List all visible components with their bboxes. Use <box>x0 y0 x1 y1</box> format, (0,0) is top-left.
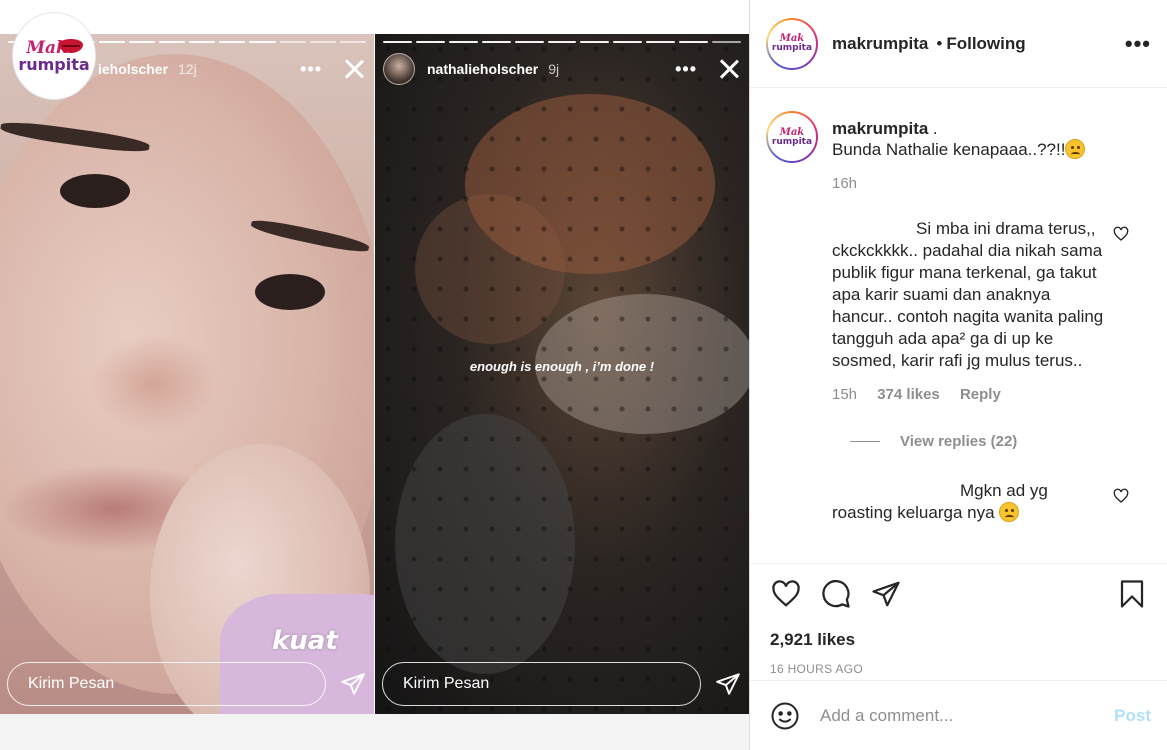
avatar[interactable]: Mak rumpita <box>766 111 818 163</box>
view-replies-label: View replies (22) <box>900 433 1018 450</box>
photo-texture <box>375 34 749 714</box>
sad-face-emoji-icon <box>1065 139 1086 159</box>
caption-text: Bunda Nathalie kenapaaa..??!! <box>832 140 1066 159</box>
story-time: 9j <box>548 61 560 77</box>
emoji-icon[interactable] <box>770 701 800 731</box>
following-button[interactable]: Following <box>946 34 1025 54</box>
media-bottom-strip <box>0 714 749 750</box>
post-button[interactable]: Post <box>1114 706 1151 726</box>
more-icon[interactable]: ••• <box>1125 31 1151 57</box>
comments-section[interactable]: Mak rumpita makrumpita . Bunda Nathalie … <box>750 89 1167 562</box>
avatar-logo-text: rumpita <box>771 136 813 147</box>
story-reply-input[interactable]: Kirim Pesan <box>7 662 326 706</box>
reply-button[interactable]: Reply <box>960 386 1001 403</box>
comment-icon[interactable] <box>820 579 852 609</box>
share-icon[interactable] <box>870 579 902 609</box>
comment-input[interactable]: Add a comment... <box>820 706 1114 726</box>
story-header: nathalieholscher 9j ••• <box>383 53 741 85</box>
separator-dot: • <box>936 33 943 53</box>
comment-likes[interactable]: 374 likes <box>877 386 940 403</box>
heart-icon[interactable] <box>1113 226 1129 242</box>
add-comment-bar: Add a comment... Post <box>750 680 1167 750</box>
avatar-logo-text: Mak <box>779 126 805 138</box>
bookmark-icon[interactable] <box>1117 578 1147 610</box>
story-avatar[interactable] <box>383 53 415 85</box>
caption-time: 16h <box>832 175 858 192</box>
story-progress-bar <box>383 41 741 43</box>
avatar[interactable]: Mak rumpita <box>766 17 818 70</box>
post-media: ieholscher 12j ••• kuat Kirim Pesan nath… <box>0 0 749 750</box>
comment: Mgkn ad yg roasting keluarga nya <box>766 480 1151 524</box>
post-timestamp: 16 HOURS AGO <box>770 662 863 676</box>
send-icon[interactable] <box>340 671 366 697</box>
story-time: 12j <box>178 61 197 77</box>
send-icon[interactable] <box>715 671 741 697</box>
caption-author[interactable]: makrumpita <box>832 119 928 138</box>
brand-logo: Mak rumpita <box>12 12 96 100</box>
logo-text-rumpita: rumpita <box>18 54 90 74</box>
heart-icon[interactable] <box>1113 488 1129 504</box>
story-caption-text: enough is enough , i’m done ! <box>469 359 655 374</box>
lips-icon <box>59 39 83 53</box>
post-sidebar: Mak rumpita makrumpita • Following ••• M… <box>749 0 1167 750</box>
story-frame-right[interactable]: nathalieholscher 9j ••• enough is enough… <box>375 34 749 714</box>
more-icon[interactable]: ••• <box>675 60 697 78</box>
more-icon[interactable]: ••• <box>300 60 322 78</box>
post-caption: Mak rumpita makrumpita . Bunda Nathalie … <box>766 111 1151 192</box>
view-replies-button[interactable]: View replies (22) <box>850 433 1151 450</box>
photo-detail <box>60 174 130 208</box>
close-icon[interactable] <box>342 57 366 81</box>
photo-detail <box>90 334 220 434</box>
story-reply-input[interactable]: Kirim Pesan <box>382 662 701 706</box>
comment-time: 15h <box>832 386 858 403</box>
post-author-username[interactable]: makrumpita <box>832 34 928 54</box>
post-actions: 2,921 likes 16 HOURS AGO <box>750 563 1167 676</box>
story-sticker-text: kuat <box>272 626 338 656</box>
close-icon[interactable] <box>717 57 741 81</box>
heart-icon[interactable] <box>770 579 802 609</box>
like-count[interactable]: 2,921 likes <box>770 630 1151 650</box>
photo-detail <box>255 274 325 310</box>
story-reply-bar: Kirim Pesan <box>7 662 366 706</box>
story-username[interactable]: ieholscher <box>98 61 168 77</box>
story-username[interactable]: nathalieholscher <box>427 61 538 77</box>
caption-author-suffix: . <box>932 119 938 138</box>
divider-line <box>850 441 880 442</box>
avatar-logo-text: rumpita <box>771 43 813 53</box>
relieved-face-emoji-icon <box>999 502 1020 522</box>
post-header: Mak rumpita makrumpita • Following ••• <box>750 0 1167 88</box>
story-frame-left[interactable]: ieholscher 12j ••• kuat Kirim Pesan <box>0 34 374 714</box>
comment-text: Si mba ini drama terus,, ckckckkkk.. pad… <box>832 219 1104 370</box>
comment: Si mba ini drama terus,, ckckckkkk.. pad… <box>766 218 1151 403</box>
story-reply-bar: Kirim Pesan <box>382 662 741 706</box>
